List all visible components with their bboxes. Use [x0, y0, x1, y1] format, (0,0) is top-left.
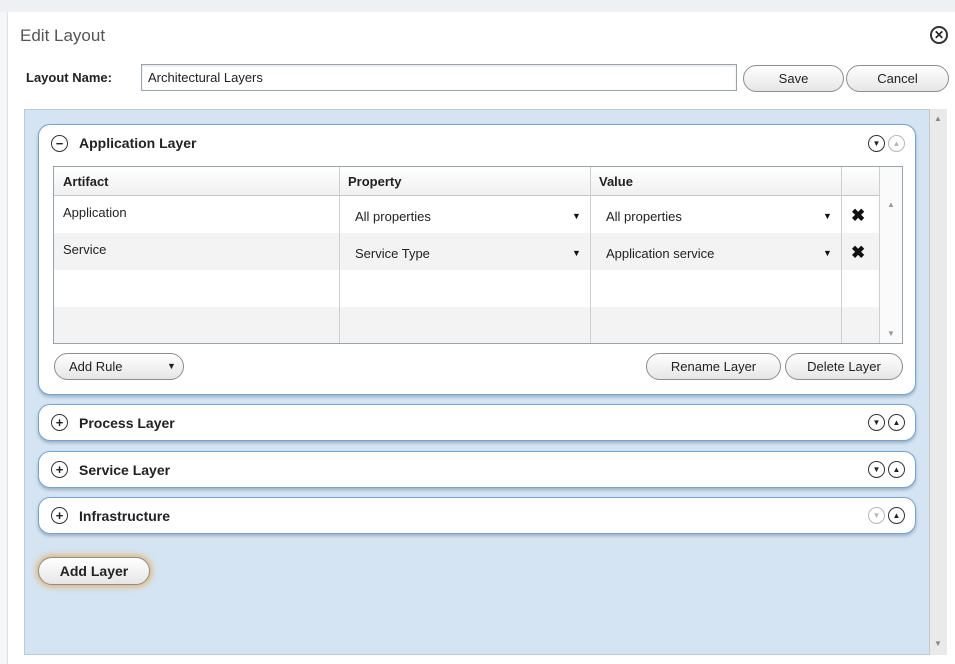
scroll-up-arrow-icon[interactable]: ▲: [934, 114, 942, 123]
move-down-icon: ▼: [868, 507, 885, 524]
caret-down-icon[interactable]: ▼: [823, 211, 832, 221]
column-header-artifact: Artifact: [54, 167, 339, 196]
add-rule-dropdown[interactable]: Add Rule ▼: [54, 353, 184, 380]
value-select[interactable]: All properties: [606, 209, 682, 224]
caret-down-icon[interactable]: ▼: [572, 248, 581, 258]
move-down-icon[interactable]: ▼: [868, 461, 885, 478]
layout-name-label: Layout Name:: [26, 70, 112, 85]
expand-icon[interactable]: +: [51, 414, 68, 431]
table-row-empty: [54, 307, 879, 343]
save-button[interactable]: Save: [743, 65, 844, 92]
scroll-up-arrow-icon[interactable]: ▲: [887, 200, 895, 209]
caret-down-icon[interactable]: ▼: [823, 248, 832, 258]
expand-icon[interactable]: +: [51, 461, 68, 478]
layer-title: Process Layer: [79, 415, 175, 431]
move-up-icon[interactable]: ▲: [888, 414, 905, 431]
layer-panel-process[interactable]: + Process Layer ▼ ▲: [38, 404, 916, 441]
add-rule-label: Add Rule: [69, 359, 123, 374]
layers-scrollbar[interactable]: ▲ ▼: [929, 109, 947, 655]
column-header-value: Value: [590, 167, 841, 196]
rename-layer-button[interactable]: Rename Layer: [646, 353, 781, 380]
layer-header[interactable]: − Application Layer ▼ ▲: [39, 125, 915, 161]
layout-name-input[interactable]: [141, 64, 737, 91]
expand-icon[interactable]: +: [51, 507, 68, 524]
background-window-strip: [0, 0, 955, 12]
column-header-property: Property: [339, 167, 590, 196]
layer-panel-infrastructure[interactable]: + Infrastructure ▼ ▲: [38, 497, 916, 534]
move-down-icon[interactable]: ▼: [868, 135, 885, 152]
cancel-button[interactable]: Cancel: [846, 65, 949, 92]
close-icon[interactable]: ✕: [930, 26, 948, 44]
caret-down-icon[interactable]: ▼: [572, 211, 581, 221]
artifact-cell: Service: [63, 242, 107, 257]
table-scrollbar[interactable]: ▲ ▼: [879, 167, 902, 343]
rules-table: Artifact Property Value Application All …: [53, 166, 903, 344]
layer-title: Infrastructure: [79, 508, 171, 524]
move-up-icon: ▲: [888, 135, 905, 152]
property-select[interactable]: All properties: [355, 209, 431, 224]
delete-rule-x-icon[interactable]: ✖: [851, 244, 865, 261]
delete-rule-x-icon[interactable]: ✖: [851, 207, 865, 224]
dialog-title: Edit Layout: [20, 26, 106, 45]
layer-panel-service[interactable]: + Service Layer ▼ ▲: [38, 451, 916, 488]
column-divider: [339, 167, 340, 343]
scroll-down-arrow-icon[interactable]: ▼: [887, 329, 895, 338]
property-select[interactable]: Service Type: [355, 246, 430, 261]
table-row-empty: [54, 270, 879, 307]
column-divider: [841, 167, 842, 343]
background-window-edge: [0, 12, 8, 664]
column-divider: [590, 167, 591, 343]
table-row: Application All properties ▼ All propert…: [54, 196, 879, 233]
value-select[interactable]: Application service: [606, 246, 714, 261]
layer-title: Service Layer: [79, 462, 171, 478]
caret-down-icon: ▼: [167, 361, 176, 371]
move-up-icon[interactable]: ▲: [888, 461, 905, 478]
move-up-icon[interactable]: ▲: [888, 507, 905, 524]
collapse-icon[interactable]: −: [51, 135, 68, 152]
layer-title: Application Layer: [79, 135, 197, 151]
move-down-icon[interactable]: ▼: [868, 414, 885, 431]
scroll-down-arrow-icon[interactable]: ▼: [934, 639, 942, 648]
add-layer-button[interactable]: Add Layer: [38, 557, 150, 585]
artifact-cell: Application: [63, 205, 127, 220]
table-row: Service Service Type ▼ Application servi…: [54, 233, 879, 270]
delete-layer-button[interactable]: Delete Layer: [785, 353, 903, 380]
column-header-actions: [841, 167, 879, 196]
